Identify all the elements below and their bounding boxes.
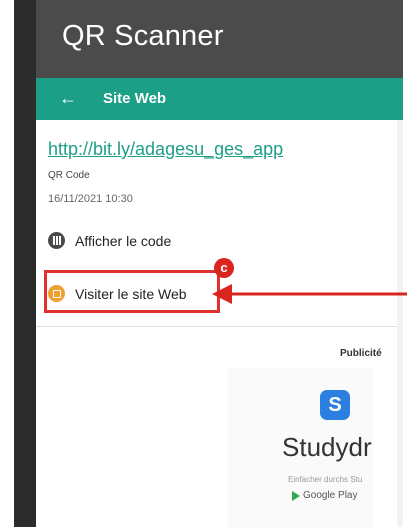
ad-store-badge[interactable]: Google Play [292, 490, 357, 501]
app-title: QR Scanner [62, 20, 224, 52]
show-code-label: Afficher le code [75, 232, 172, 249]
result-type: QR Code [48, 170, 90, 181]
scroll-edge [397, 120, 403, 527]
show-code-button[interactable]: Afficher le code [48, 232, 171, 249]
arrow-left-icon[interactable]: ← [52, 78, 84, 120]
studydrive-logo-icon: S [320, 390, 350, 420]
toolbar: ← Site Web [36, 78, 403, 120]
divider [36, 326, 403, 327]
app-title-bar: QR Scanner [36, 0, 403, 78]
ad-label: Publicité [340, 348, 382, 359]
highlight-box [44, 270, 220, 313]
toolbar-title: Site Web [103, 90, 167, 107]
ad-store-label: Google Play [303, 490, 358, 501]
barcode-icon [48, 232, 65, 249]
result-url-link[interactable]: http://bit.ly/adagesu_ges_app [48, 139, 283, 160]
ad-tagline: Einfacher durchs Stu [288, 475, 363, 484]
callout-badge: c [214, 258, 234, 278]
result-datetime: 16/11/2021 10:30 [48, 193, 133, 205]
google-play-icon [292, 490, 300, 501]
ad-card[interactable]: S Studydri Einfacher durchs Stu Google P… [228, 368, 373, 528]
ad-app-name: Studydri [282, 432, 373, 462]
